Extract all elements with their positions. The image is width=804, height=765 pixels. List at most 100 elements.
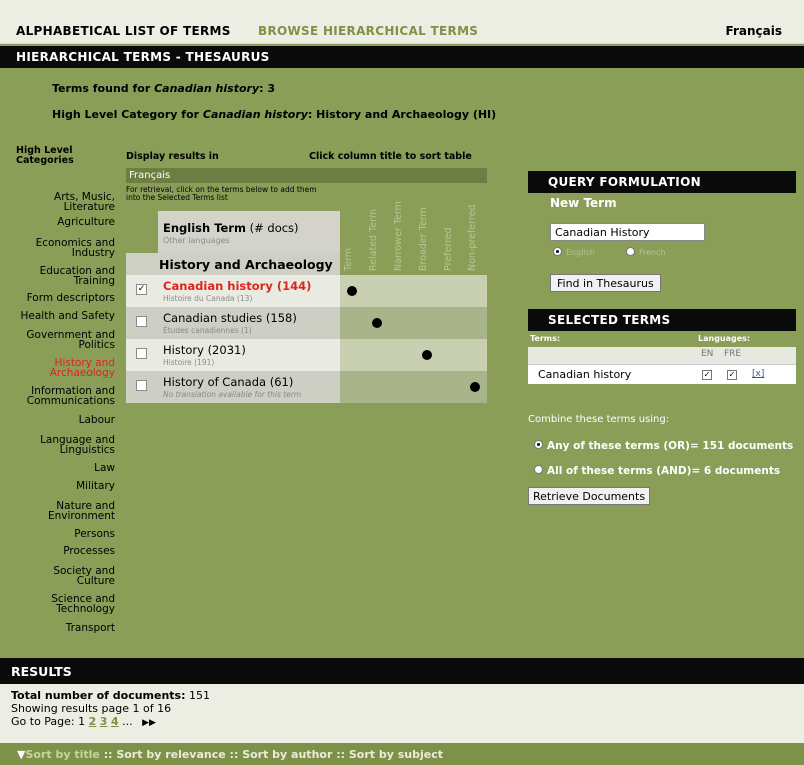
term-checkbox[interactable] xyxy=(136,316,147,327)
terms-found-term: Canadian history xyxy=(154,82,260,95)
languages-column-label: Languages: xyxy=(698,334,751,343)
term-label[interactable]: Canadian history (144) xyxy=(163,279,311,293)
goto-page-label: Go to Page: xyxy=(11,715,75,728)
relation-column-headers: Term Related Term Narrower Term Broader … xyxy=(340,183,487,275)
relation-label-non-preferred: Non-preferred xyxy=(467,204,478,271)
french-radio-label: French xyxy=(639,248,666,257)
category-17[interactable]: Science and Technology xyxy=(0,594,115,615)
category-11[interactable]: Law xyxy=(0,463,115,474)
term-checkbox[interactable]: ✓ xyxy=(136,284,147,295)
relation-column-broader[interactable]: Broader Term xyxy=(415,179,439,271)
page-link-2[interactable]: 2 xyxy=(89,715,97,728)
hlc-term: Canadian history xyxy=(202,108,308,121)
new-term-label: New Term xyxy=(550,196,617,210)
combine-or-radio[interactable] xyxy=(534,440,543,449)
total-documents-line: Total number of documents: 151 xyxy=(11,689,793,702)
category-label-line1: Health and Safety xyxy=(20,310,116,322)
category-16[interactable]: Society and Culture xyxy=(0,566,115,587)
category-8[interactable]: Information and Communications xyxy=(0,386,115,407)
terms-found-line: Terms found for Canadian history: 3 xyxy=(52,82,275,95)
relation-label-preferred: Preferred xyxy=(443,227,454,271)
category-label-line2: Literature xyxy=(63,201,115,213)
category-18[interactable]: Transport xyxy=(0,623,115,634)
relation-column-preferred[interactable]: Preferred xyxy=(440,179,464,271)
french-radio[interactable] xyxy=(626,247,635,256)
total-documents-label: Total number of documents: xyxy=(11,689,186,702)
find-in-thesaurus-button[interactable]: Find in Thesaurus xyxy=(550,274,661,292)
category-9[interactable]: Labour xyxy=(0,414,115,426)
categories-header: High Level Categories xyxy=(16,146,74,166)
category-6[interactable]: Government and Politics xyxy=(0,330,116,351)
category-5[interactable]: Health and Safety xyxy=(0,310,116,322)
language-switch-link[interactable]: Français xyxy=(726,24,782,38)
category-12[interactable]: Military xyxy=(0,481,115,492)
category-label-line1: Labour xyxy=(78,414,115,426)
term-cell: Canadian studies (158) Études canadienne… xyxy=(126,307,340,339)
english-term-title: English Term (# docs) xyxy=(163,221,299,235)
category-3[interactable]: Education and Training xyxy=(0,266,115,287)
english-radio[interactable] xyxy=(553,247,562,256)
next-pages-icon[interactable]: ▶▶ xyxy=(142,718,156,728)
category-4[interactable]: Form descriptors xyxy=(0,293,115,304)
category-10[interactable]: Language and Linguistics xyxy=(0,435,115,456)
term-cell: History (2031) Histoire (191) xyxy=(126,339,340,371)
relation-cell xyxy=(340,339,487,371)
term-label[interactable]: History (2031) xyxy=(163,343,246,357)
relation-column-term[interactable]: Term xyxy=(340,179,364,271)
retrieval-hint: For retrieval, click on the terms below … xyxy=(126,186,317,202)
category-1[interactable]: Agriculture xyxy=(0,217,115,228)
showing-results: Showing results page 1 of 16 xyxy=(11,702,172,715)
term-checkbox[interactable] xyxy=(136,348,147,359)
term-row[interactable]: History of Canada (61) No translation av… xyxy=(126,371,487,403)
category-label-line2: Training xyxy=(73,275,115,287)
pagination: Go to Page: 1 2 3 4 ... ▶▶ xyxy=(11,715,793,730)
relation-column-non-preferred[interactable]: Non-preferred xyxy=(464,179,488,271)
term-label[interactable]: Canadian studies (158) xyxy=(163,311,297,325)
pagination-ellipsis: ... xyxy=(122,715,133,728)
retrieve-documents-button[interactable]: Retrieve Documents xyxy=(528,487,651,505)
sort-separator: :: xyxy=(99,748,117,761)
page-link-3[interactable]: 3 xyxy=(100,715,108,728)
selected-term-fre-checkbox[interactable]: ✓ xyxy=(727,370,737,380)
sort-by-author-link[interactable]: Sort by author xyxy=(242,748,332,761)
fre-column-label: FRE xyxy=(724,349,742,359)
term-cell: History of Canada (61) No translation av… xyxy=(126,371,340,403)
term-translation: Histoire (191) xyxy=(163,358,215,367)
term-row[interactable]: History (2031) Histoire (191) xyxy=(126,339,487,371)
sort-by-subject-link[interactable]: Sort by subject xyxy=(349,748,443,761)
browse-hierarchical-link[interactable]: BROWSE HIERARCHICAL TERMS xyxy=(258,24,478,38)
page-link-4[interactable]: 4 xyxy=(111,715,119,728)
relation-column-narrower[interactable]: Narrower Term xyxy=(390,179,414,271)
category-label-line2: Politics xyxy=(78,339,116,351)
alphabetical-list-link[interactable]: ALPHABETICAL LIST OF TERMS xyxy=(16,24,231,38)
sort-hint: Click column title to sort table xyxy=(309,151,472,162)
new-term-input[interactable] xyxy=(550,223,705,241)
category-label-line2: Technology xyxy=(56,603,115,615)
category-7[interactable]: History and Archaeology xyxy=(0,358,115,379)
results-title: RESULTS xyxy=(0,658,804,684)
sort-by-title-link[interactable]: Sort by title xyxy=(25,748,99,761)
term-label[interactable]: History of Canada (61) xyxy=(163,375,293,389)
category-15[interactable]: Processes xyxy=(0,546,115,557)
english-radio-label: English xyxy=(566,248,595,257)
term-cell: ✓ Canadian history (144) Histoire du Can… xyxy=(126,275,340,307)
english-term-column-header[interactable]: English Term (# docs) Other languages xyxy=(158,211,340,253)
high-level-category-line: High Level Category for Canadian history… xyxy=(52,108,496,121)
category-2[interactable]: Economics and Industry xyxy=(0,238,115,259)
term-row[interactable]: Canadian studies (158) Études canadienne… xyxy=(126,307,487,339)
hlc-value: : History and Archaeology (HI) xyxy=(307,108,497,121)
term-row[interactable]: ✓ Canadian history (144) Histoire du Can… xyxy=(126,275,487,307)
relation-column-related[interactable]: Related Term xyxy=(365,179,389,271)
category-13[interactable]: Nature and Environment xyxy=(0,501,115,522)
terms-found-count: : 3 xyxy=(259,82,276,95)
combine-and-radio[interactable] xyxy=(534,465,543,474)
relation-dot xyxy=(422,350,432,360)
category-14[interactable]: Persons xyxy=(0,529,115,540)
terms-found-prefix: Terms found for xyxy=(52,82,155,95)
category-0[interactable]: Arts, Music, Literature xyxy=(0,192,115,213)
sort-by-relevance-link[interactable]: Sort by relevance xyxy=(116,748,225,761)
remove-term-link[interactable]: [x] xyxy=(752,369,764,379)
term-checkbox[interactable] xyxy=(136,380,147,391)
selected-term-en-checkbox[interactable]: ✓ xyxy=(702,370,712,380)
relation-label-related: Related Term xyxy=(368,208,379,271)
